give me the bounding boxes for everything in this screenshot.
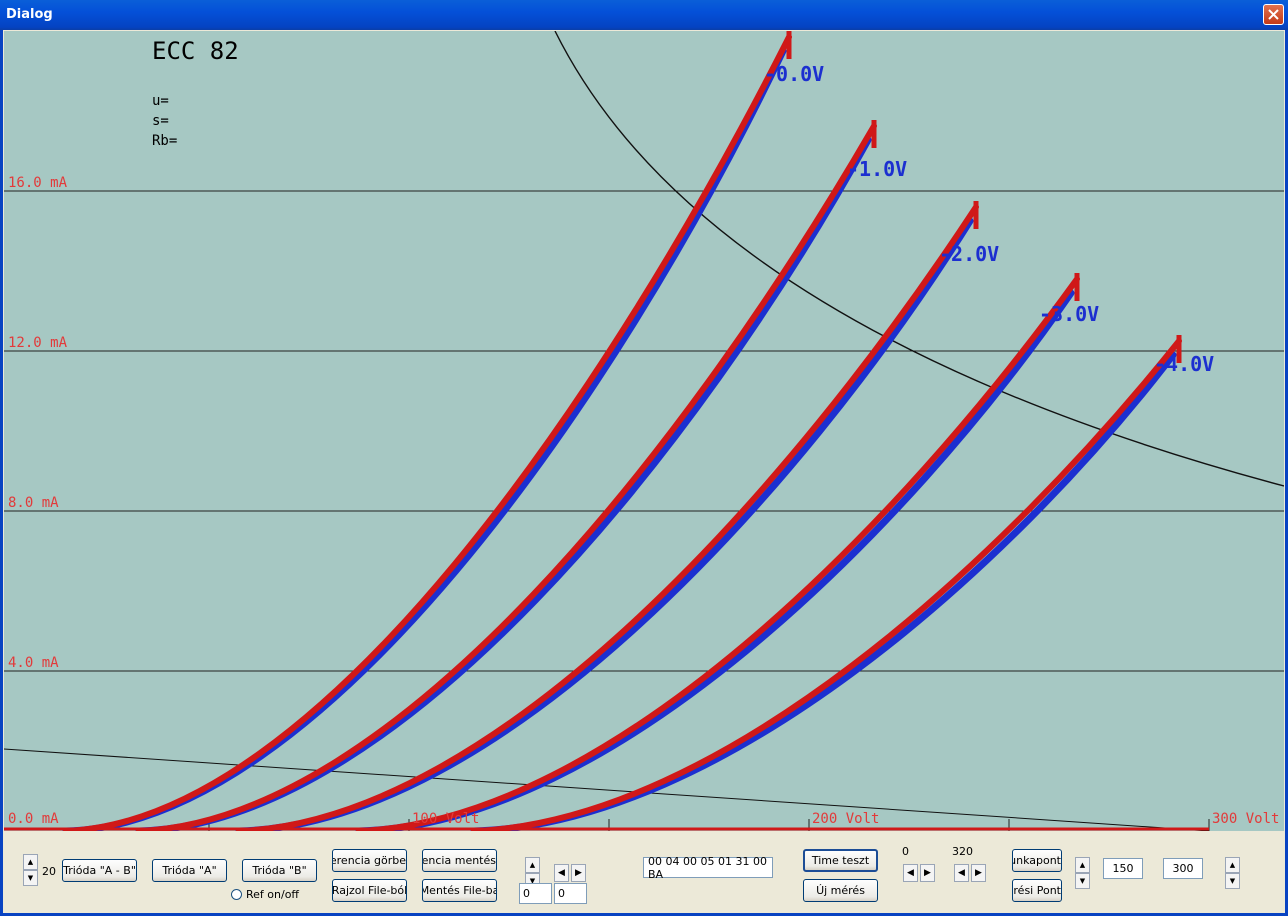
title-bar: Dialog [0, 0, 1288, 30]
window-title: Dialog [6, 7, 53, 22]
workpoint-spinner[interactable]: ▲ ▼ [1075, 857, 1090, 890]
ref-onoff-label: Ref on/off [246, 888, 300, 901]
offset-field-1[interactable]: 0 [519, 883, 552, 904]
referencia-mentes-button[interactable]: Referencia mentés [422, 849, 497, 872]
range-spinner[interactable]: ▲ ▼ [1225, 857, 1240, 890]
load-line [4, 748, 1210, 831]
count-spinner[interactable]: ▲ ▼ [23, 854, 38, 887]
right-arrow-icon[interactable]: ▶ [971, 864, 986, 882]
curve-label: -3.0V [1039, 302, 1099, 326]
value-320: 320 [952, 845, 973, 858]
rajzol-file-button[interactable]: Rajzol File-ból [332, 879, 407, 902]
left-arrow-icon[interactable]: ◀ [954, 864, 969, 882]
right-arrow-icon[interactable]: ▶ [571, 864, 586, 882]
hex-data-field[interactable]: 00 04 00 05 01 31 00 BA [643, 855, 773, 881]
trioda-a-button[interactable]: Trióda "A" [152, 859, 227, 882]
ref-onoff-radio[interactable] [231, 889, 242, 900]
left-arrow-icon[interactable]: ◀ [903, 864, 918, 882]
close-button[interactable] [1263, 4, 1284, 25]
referencia-gorbe-button[interactable]: Referencia görbe [332, 849, 407, 872]
y-label-16: 16.0 mA [8, 175, 68, 191]
spin-down-icon[interactable]: ▼ [23, 870, 38, 886]
mentes-file-button[interactable]: Mentés File-ba [422, 879, 497, 902]
count-value: 20 [42, 865, 56, 878]
value-300-field[interactable]: 300 [1163, 858, 1203, 879]
time-teszt-button[interactable]: Time teszt [803, 849, 878, 872]
curve-label: -0.0V [764, 62, 824, 86]
y-label-0: 0.0 mA [8, 811, 59, 827]
x-label-200: 200 Volt [812, 811, 880, 827]
param-rb: Rb= [152, 133, 178, 149]
y-label-12: 12.0 mA [8, 335, 68, 351]
y-label-8: 8.0 mA [8, 495, 59, 511]
close-icon [1268, 9, 1279, 20]
curve-label: -2.0V [939, 242, 999, 266]
curve-label: -4.0V [1154, 352, 1214, 376]
spin-up-icon[interactable]: ▲ [1075, 857, 1090, 873]
spin-down-icon[interactable]: ▼ [1225, 873, 1240, 889]
meresi-pont-button[interactable]: Mérési Pont [1012, 879, 1062, 902]
param-u: u= [152, 93, 169, 109]
spin-up-icon[interactable]: ▲ [23, 854, 38, 870]
x-label-300: 300 Volt [1212, 811, 1280, 827]
characteristic-plot: -0.0V -1.0V -2.0V -3.0V -4.0V ECC 82 u= s= R… [4, 31, 1284, 831]
x-label-100: 100 Volt [412, 811, 480, 827]
trioda-ab-button[interactable]: Trióda "A - B" [62, 859, 137, 882]
y-label-4: 4.0 mA [8, 655, 59, 671]
trioda-b-button[interactable]: Trióda "B" [242, 859, 317, 882]
curve-label: -1.0V [847, 157, 907, 181]
value-150-field[interactable]: 150 [1103, 858, 1143, 879]
left-arrow-icon[interactable]: ◀ [554, 864, 569, 882]
spin-up-icon[interactable]: ▲ [525, 857, 540, 873]
offset-field-2[interactable]: 0 [554, 883, 587, 904]
spin-down-icon[interactable]: ▼ [1075, 873, 1090, 889]
spin-up-icon[interactable]: ▲ [1225, 857, 1240, 873]
plot-canvas: -0.0V -1.0V -2.0V -3.0V -4.0V [4, 31, 1284, 831]
uj-meres-button[interactable]: Új mérés [803, 879, 878, 902]
value-0: 0 [902, 845, 909, 858]
param-s: s= [152, 113, 169, 129]
tube-type-label: ECC 82 [152, 37, 239, 65]
munkapont-button[interactable]: Munkapont [1012, 849, 1062, 872]
right-arrow-icon[interactable]: ▶ [920, 864, 935, 882]
